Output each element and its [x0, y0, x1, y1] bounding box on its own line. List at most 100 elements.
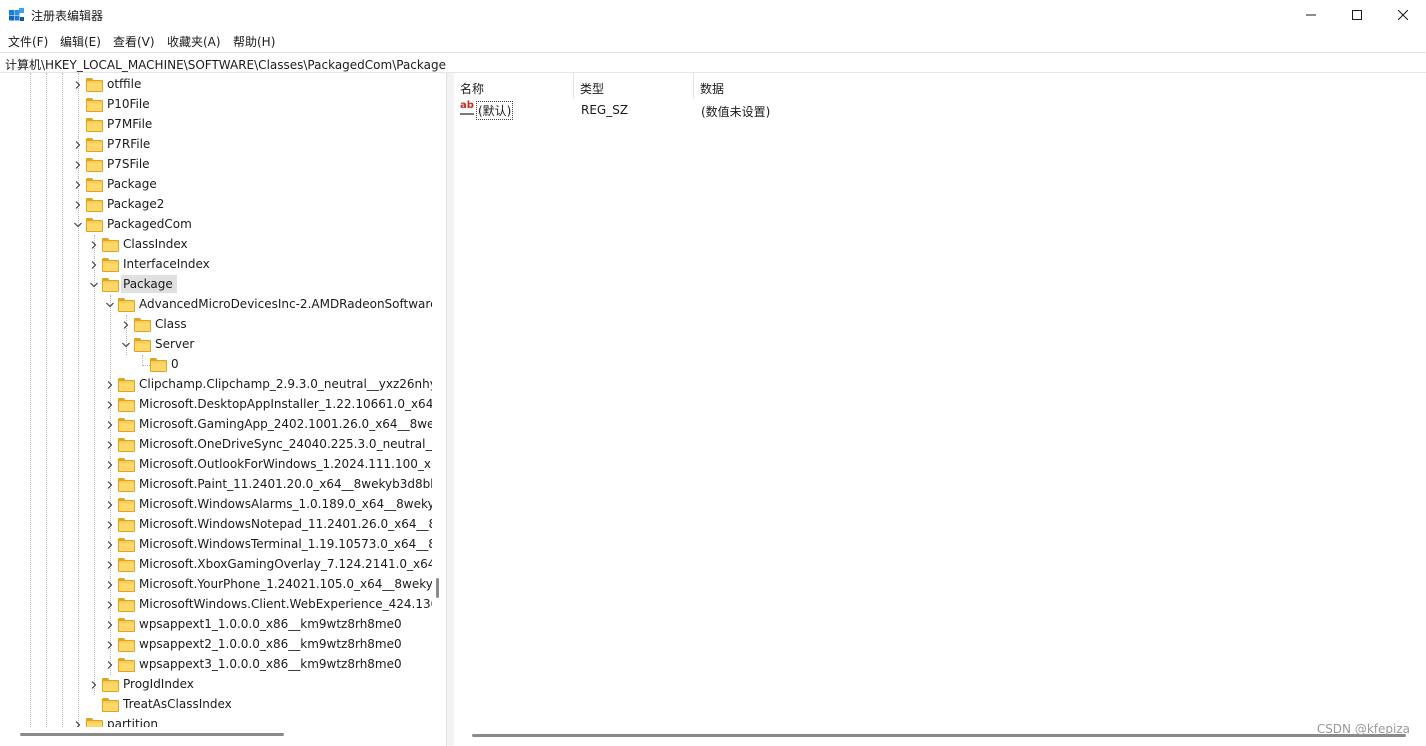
tree-node[interactable]: Microsoft.OneDriveSync_24040.225.3.0_neu…: [104, 435, 432, 455]
tree-node-label[interactable]: Server: [153, 337, 196, 351]
tree-node[interactable]: wpsappext1_1.0.0.0_x86__km9wtz8rh8me0: [104, 615, 432, 635]
column-header-name[interactable]: 名称: [454, 73, 574, 99]
tree-node-label[interactable]: InterfaceIndex: [121, 257, 212, 271]
tree-node[interactable]: TreatAsClassIndex: [88, 695, 432, 715]
minimize-button[interactable]: [1288, 0, 1334, 30]
tree-node-label[interactable]: 0: [169, 357, 181, 371]
tree-node-label[interactable]: P7SFile: [105, 157, 152, 171]
tree-node[interactable]: Microsoft.DesktopAppInstaller_1.22.10661…: [104, 395, 432, 415]
chevron-right-icon[interactable]: [88, 235, 100, 255]
title-bar[interactable]: 注册表编辑器: [0, 0, 1426, 31]
tree-node[interactable]: Microsoft.XboxGamingOverlay_7.124.2141.0…: [104, 555, 432, 575]
chevron-right-icon[interactable]: [104, 635, 116, 655]
chevron-right-icon[interactable]: [104, 495, 116, 515]
tree-vertical-scrollbar[interactable]: [436, 578, 439, 598]
menu-favorites[interactable]: 收藏夹(A): [167, 33, 221, 50]
tree-node-label[interactable]: Microsoft.XboxGamingOverlay_7.124.2141.0…: [137, 557, 432, 571]
tree-node[interactable]: Clipchamp.Clipchamp_2.9.3.0_neutral__yxz…: [104, 375, 432, 395]
tree-node[interactable]: Class: [120, 315, 432, 335]
chevron-right-icon[interactable]: [72, 155, 84, 175]
tree-node-label[interactable]: Microsoft.WindowsAlarms_1.0.189.0_x64__8…: [137, 497, 432, 511]
tree-node[interactable]: Microsoft.Paint_11.2401.20.0_x64__8wekyb…: [104, 475, 432, 495]
tree-node[interactable]: ClassIndex: [88, 235, 432, 255]
address-path[interactable]: 计算机\HKEY_LOCAL_MACHINE\SOFTWARE\Classes\…: [5, 56, 446, 73]
tree-horizontal-scrollbar[interactable]: [20, 733, 284, 736]
chevron-right-icon[interactable]: [104, 655, 116, 675]
tree-node-label[interactable]: TreatAsClassIndex: [121, 697, 234, 711]
tree-node[interactable]: Server: [120, 335, 432, 355]
tree-node-label[interactable]: Microsoft.WindowsTerminal_1.19.10573.0_x…: [137, 537, 432, 551]
chevron-right-icon[interactable]: [120, 315, 132, 335]
tree-node-label[interactable]: partition: [105, 717, 160, 727]
chevron-down-icon[interactable]: [88, 275, 100, 295]
tree-node-label[interactable]: Microsoft.OneDriveSync_24040.225.3.0_neu…: [137, 437, 432, 451]
tree-node[interactable]: Microsoft.WindowsTerminal_1.19.10573.0_x…: [104, 535, 432, 555]
tree-node[interactable]: Microsoft.GamingApp_2402.1001.26.0_x64__…: [104, 415, 432, 435]
tree-pane[interactable]: otffile P10File P7MFile P7RFile P7SFile Packa…: [0, 73, 447, 746]
tree-node[interactable]: P7RFile: [72, 135, 432, 155]
tree-node-label[interactable]: wpsappext1_1.0.0.0_x86__km9wtz8rh8me0: [137, 617, 404, 631]
value-name[interactable]: (默认): [476, 101, 514, 120]
chevron-right-icon[interactable]: [72, 715, 84, 727]
chevron-right-icon[interactable]: [104, 555, 116, 575]
tree-node[interactable]: Package: [72, 175, 432, 195]
tree-node[interactable]: P7SFile: [72, 155, 432, 175]
tree-node[interactable]: PackagedCom: [72, 215, 432, 235]
pane-splitter[interactable]: [447, 73, 454, 746]
tree-node-label[interactable]: P7RFile: [105, 137, 152, 151]
chevron-right-icon[interactable]: [104, 575, 116, 595]
tree-node[interactable]: Microsoft.WindowsNotepad_11.2401.26.0_x6…: [104, 515, 432, 535]
chevron-right-icon[interactable]: [104, 535, 116, 555]
tree-node[interactable]: wpsappext3_1.0.0.0_x86__km9wtz8rh8me0: [104, 655, 432, 675]
tree-node[interactable]: 0: [136, 355, 432, 375]
chevron-down-icon[interactable]: [72, 215, 84, 235]
tree-node[interactable]: wpsappext2_1.0.0.0_x86__km9wtz8rh8me0: [104, 635, 432, 655]
column-header-data[interactable]: 数据: [694, 73, 874, 99]
column-header-type[interactable]: 类型: [574, 73, 694, 99]
tree-node-label[interactable]: wpsappext2_1.0.0.0_x86__km9wtz8rh8me0: [137, 637, 404, 651]
values-horizontal-scrollbar[interactable]: [472, 734, 1406, 737]
chevron-right-icon[interactable]: [72, 195, 84, 215]
chevron-right-icon[interactable]: [104, 455, 116, 475]
tree-node-label[interactable]: ProgIdIndex: [121, 677, 196, 691]
tree-node-label[interactable]: Microsoft.YourPhone_1.24021.105.0_x64__8…: [137, 577, 432, 591]
tree-node-label[interactable]: Microsoft.OutlookForWindows_1.2024.111.1…: [137, 457, 432, 471]
tree-node[interactable]: partition: [72, 715, 432, 727]
chevron-right-icon[interactable]: [88, 255, 100, 275]
maximize-button[interactable]: [1334, 0, 1380, 30]
chevron-right-icon[interactable]: [104, 475, 116, 495]
tree-node-label[interactable]: Package: [105, 177, 159, 191]
chevron-right-icon[interactable]: [88, 675, 100, 695]
tree-node-label[interactable]: wpsappext3_1.0.0.0_x86__km9wtz8rh8me0: [137, 657, 404, 671]
tree-node-label[interactable]: Clipchamp.Clipchamp_2.9.3.0_neutral__yxz…: [137, 377, 432, 391]
menu-edit[interactable]: 编辑(E): [60, 33, 101, 50]
tree-node-label[interactable]: ClassIndex: [121, 237, 190, 251]
menu-help[interactable]: 帮助(H): [233, 33, 275, 50]
chevron-down-icon[interactable]: [104, 295, 116, 315]
chevron-right-icon[interactable]: [104, 415, 116, 435]
tree-node[interactable]: InterfaceIndex: [88, 255, 432, 275]
chevron-right-icon[interactable]: [72, 75, 84, 95]
tree-node[interactable]: MicrosoftWindows.Client.WebExperience_42…: [104, 595, 432, 615]
chevron-right-icon[interactable]: [104, 375, 116, 395]
chevron-down-icon[interactable]: [120, 335, 132, 355]
chevron-right-icon[interactable]: [104, 435, 116, 455]
tree-node-label[interactable]: Class: [153, 317, 189, 331]
tree-node[interactable]: Package2: [72, 195, 432, 215]
tree-node-label[interactable]: PackagedCom: [105, 217, 194, 231]
tree-node[interactable]: otffile: [72, 75, 432, 95]
tree-node[interactable]: Microsoft.OutlookForWindows_1.2024.111.1…: [104, 455, 432, 475]
tree-node-label[interactable]: Microsoft.WindowsNotepad_11.2401.26.0_x6…: [137, 517, 432, 531]
tree-node-label[interactable]: MicrosoftWindows.Client.WebExperience_42…: [137, 597, 432, 611]
chevron-right-icon[interactable]: [72, 175, 84, 195]
chevron-right-icon[interactable]: [104, 615, 116, 635]
tree-node[interactable]: Microsoft.WindowsAlarms_1.0.189.0_x64__8…: [104, 495, 432, 515]
close-button[interactable]: [1380, 0, 1426, 30]
tree-node-label[interactable]: otffile: [105, 77, 143, 91]
tree-node[interactable]: AdvancedMicroDevicesInc-2.AMDRadeonSoftw…: [104, 295, 432, 315]
chevron-right-icon[interactable]: [104, 515, 116, 535]
tree-node[interactable]: P10File: [72, 95, 432, 115]
tree-node-label[interactable]: P7MFile: [105, 117, 154, 131]
menu-view[interactable]: 查看(V): [113, 33, 155, 50]
chevron-right-icon[interactable]: [104, 395, 116, 415]
